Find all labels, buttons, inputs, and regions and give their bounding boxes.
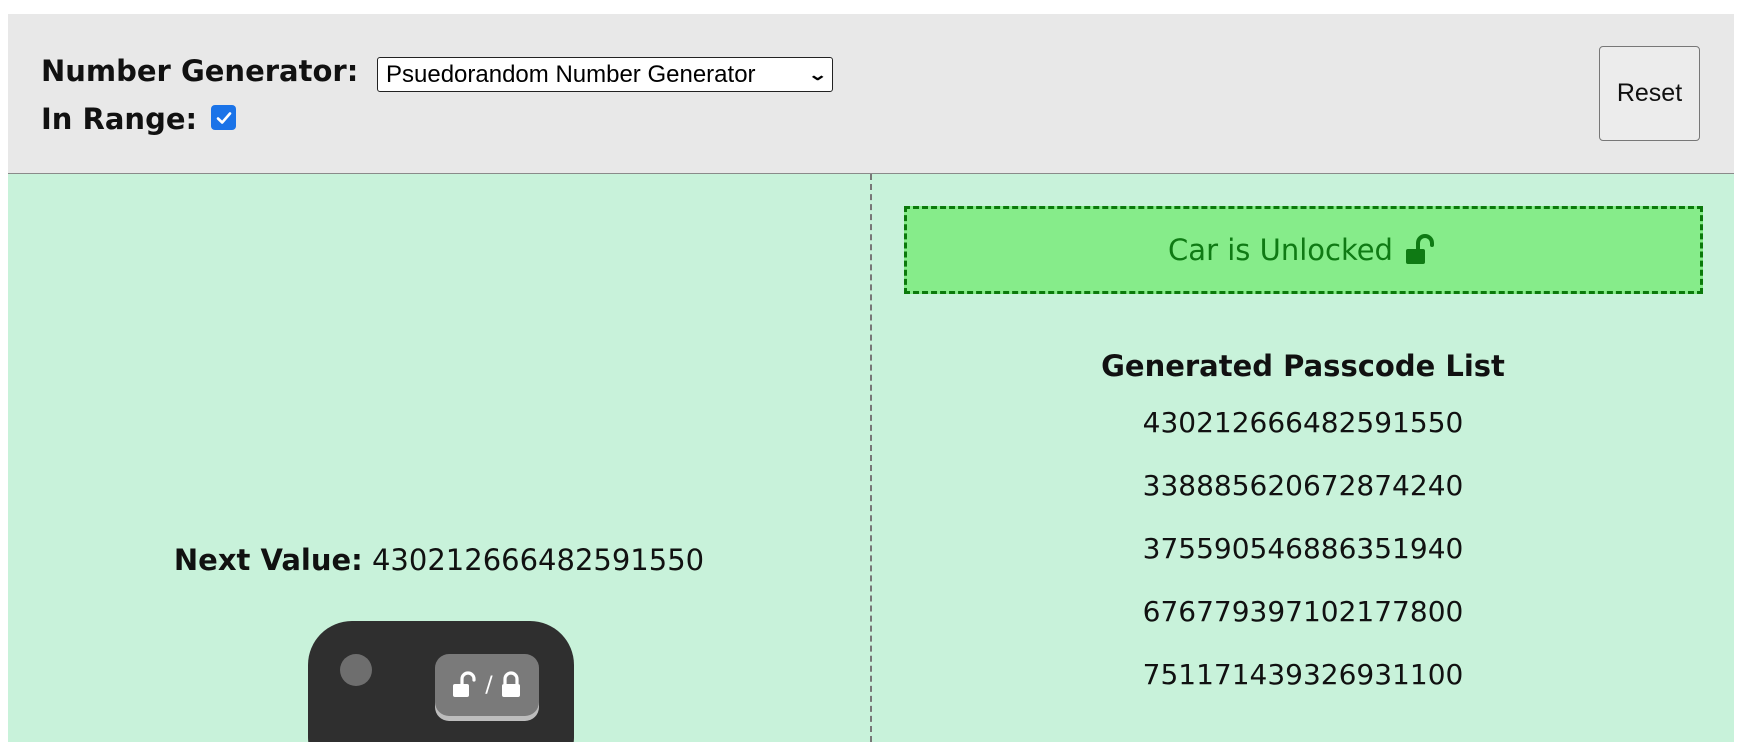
list-item: 430212666482591550 — [1142, 406, 1464, 439]
list-item: 338885620672874240 — [1142, 469, 1464, 502]
generator-select[interactable]: Psuedorandom Number Generator ⌄ — [377, 57, 833, 92]
car-status-text: Car is Unlocked — [1168, 233, 1393, 267]
locked-padlock-icon — [501, 671, 520, 697]
reset-button[interactable]: Reset — [1599, 46, 1700, 141]
key-fob: / — [308, 621, 574, 742]
in-range-label: In Range: — [41, 102, 198, 136]
next-value-label: Next Value: — [173, 543, 363, 577]
car-status-banner: Car is Unlocked — [904, 206, 1703, 294]
list-item: 751171439326931100 — [1142, 658, 1464, 691]
list-item: 676779397102177800 — [1142, 595, 1464, 628]
app-frame: Number Generator: Psuedorandom Number Ge… — [8, 14, 1734, 742]
next-value-number: 430212666482591550 — [371, 543, 705, 577]
passcode-list-title: Generated Passcode List — [1101, 349, 1505, 383]
chevron-down-icon: ⌄ — [807, 66, 828, 84]
passcode-list: 430212666482591550 338885620672874240 37… — [872, 406, 1734, 721]
unlocked-padlock-icon — [1405, 234, 1434, 264]
next-value-readout: Next Value: 430212666482591550 — [8, 543, 870, 577]
slash-separator: / — [485, 672, 493, 698]
generator-selected-value: Psuedorandom Number Generator — [386, 60, 756, 88]
lock-unlock-button[interactable]: / — [435, 654, 539, 716]
fob-indicator-light — [340, 654, 372, 686]
checkmark-icon — [216, 111, 231, 124]
simulation-area: Next Value: 430212666482591550 / Car is … — [8, 174, 1734, 742]
settings-bar: Number Generator: Psuedorandom Number Ge… — [8, 14, 1734, 174]
list-item: 375590546886351940 — [1142, 532, 1464, 565]
unlocked-padlock-icon — [453, 671, 476, 697]
in-range-checkbox[interactable] — [211, 105, 236, 130]
generator-label: Number Generator: — [41, 54, 359, 88]
